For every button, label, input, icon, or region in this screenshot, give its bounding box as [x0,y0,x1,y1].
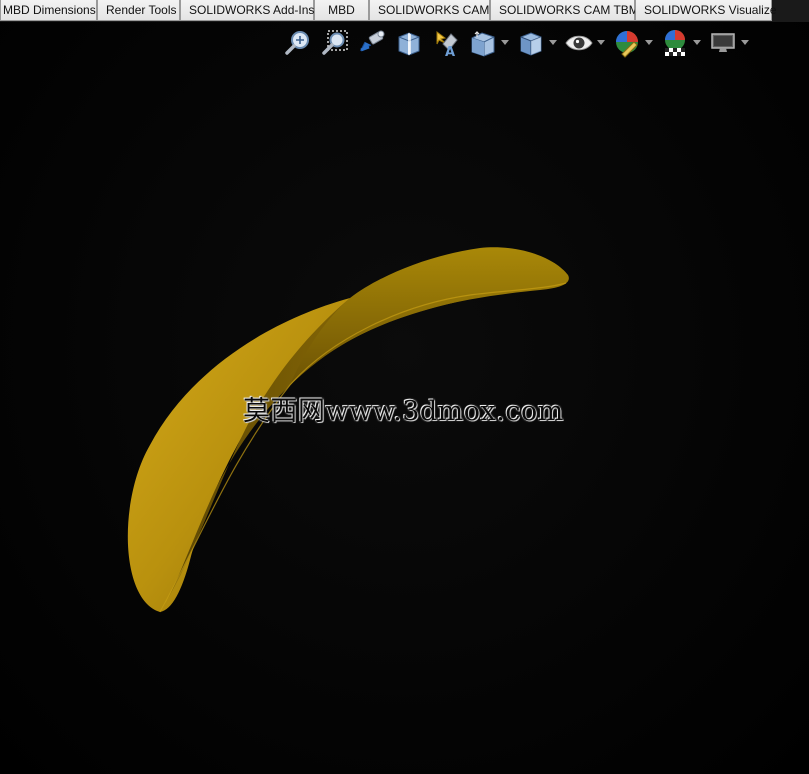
chevron-down-icon [645,40,653,45]
chevron-down-icon [597,40,605,45]
apply-scene-dropdown[interactable] [691,27,703,59]
view-orientation-icon [471,31,495,57]
solidworks-window: MBD Dimensions Render Tools SOLIDWORKS A… [0,0,809,774]
section-view-icon [398,32,420,56]
tab-solidworks-cam[interactable]: SOLIDWORKS CAM [369,0,490,21]
apply-scene-icon [665,30,685,56]
apply-scene-button[interactable] [659,27,691,59]
heads-up-view-toolbar: A [282,26,755,60]
tab-solidworks-add-ins[interactable]: SOLIDWORKS Add-Ins [180,0,314,21]
view-orientation-dropdown[interactable] [499,27,511,59]
tab-render-tools[interactable]: Render Tools [97,0,180,21]
section-view-button[interactable] [393,27,425,59]
hide-show-items-button[interactable] [563,27,595,59]
view-settings-button[interactable] [707,27,739,59]
edit-appearance-icon [616,31,638,58]
chevron-down-icon [693,40,701,45]
previous-view-button[interactable] [356,27,388,59]
zoom-to-fit-icon [285,31,309,55]
edit-appearance-dropdown[interactable] [643,27,655,59]
previous-view-icon [359,30,385,52]
chevron-down-icon [549,40,557,45]
tab-mbd-dimensions[interactable]: MBD Dimensions [0,0,97,21]
tab-solidworks-cam-tbm[interactable]: SOLIDWORKS CAM TBM [490,0,639,21]
zoom-to-area-icon [322,30,348,55]
display-style-dropdown[interactable] [547,27,559,59]
display-style-button[interactable] [515,27,547,59]
chevron-down-icon [501,40,509,45]
dynamic-annotation-views-button[interactable]: A [430,27,462,59]
view-orientation-button[interactable] [467,27,499,59]
command-manager-tabs: MBD Dimensions Render Tools SOLIDWORKS A… [0,0,809,22]
zoom-to-fit-button[interactable] [282,27,314,59]
tab-mbd[interactable]: MBD [314,0,369,21]
tab-solidworks-visualize[interactable]: SOLIDWORKS Visualize [635,0,777,21]
view-settings-dropdown[interactable] [739,27,751,59]
hide-show-items-icon [565,35,593,51]
svg-text:A: A [445,45,455,58]
graphics-viewport[interactable]: 莫西网www.3dmox.com [0,22,809,774]
chevron-down-icon [741,40,749,45]
zoom-to-area-button[interactable] [319,27,351,59]
view-settings-icon [711,33,735,52]
dynamic-annotation-views-icon: A [436,31,458,58]
display-style-icon [520,32,542,56]
watermark-text: 莫西网www.3dmox.com [243,396,564,427]
edit-appearance-button[interactable] [611,27,643,59]
hide-show-items-dropdown[interactable] [595,27,607,59]
